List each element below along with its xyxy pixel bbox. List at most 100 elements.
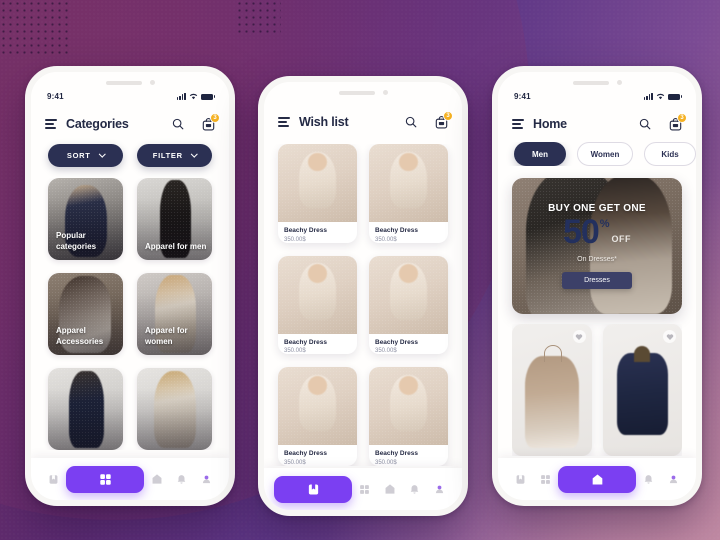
product-info: Beachy Dress 350.00$ Move to bag bbox=[278, 222, 357, 243]
nav-categories[interactable] bbox=[533, 467, 558, 492]
product-info: Beachy Dress 350.00$ Move to bag bbox=[369, 222, 448, 243]
heart-icon bbox=[575, 333, 583, 340]
hamburger-menu-icon[interactable] bbox=[45, 118, 57, 130]
nav-categories[interactable] bbox=[352, 477, 377, 502]
category-image bbox=[137, 368, 212, 450]
product-name: Beachy Dress bbox=[375, 450, 418, 458]
front-camera bbox=[616, 80, 622, 85]
hamburger-menu-icon[interactable] bbox=[512, 118, 524, 130]
category-label: Apparel Accessories bbox=[56, 325, 104, 346]
category-card[interactable]: Popular categories bbox=[48, 178, 123, 260]
profile-icon bbox=[202, 475, 211, 483]
app-header-home: Home 3 bbox=[498, 109, 696, 139]
screen-home: 9:41 Home 3 Men Women Kids BUY ONE GET O… bbox=[498, 72, 696, 500]
bookmark-icon bbox=[516, 474, 525, 484]
hamburger-menu-icon[interactable] bbox=[278, 116, 290, 128]
front-camera bbox=[382, 90, 388, 95]
product-image bbox=[369, 367, 448, 446]
phone-power-button[interactable] bbox=[696, 184, 699, 232]
phone-mockup-categories: 9:41 Categories 3 SORT FILTER Popular ca… bbox=[25, 66, 235, 506]
product-card[interactable]: Beachy Dress 350.00$ Move to bag bbox=[278, 367, 357, 466]
nav-notifications[interactable] bbox=[169, 467, 194, 492]
phone-mockup-home: 9:41 Home 3 Men Women Kids BUY ONE GET O… bbox=[492, 66, 702, 506]
earpiece-speaker bbox=[572, 80, 609, 85]
product-price: 350.00$ bbox=[375, 348, 397, 355]
phone-power-button[interactable] bbox=[229, 184, 232, 232]
phone-notch bbox=[498, 80, 696, 85]
category-card[interactable]: Apparel for men bbox=[137, 178, 212, 260]
app-header-wishlist: Wish list 3 bbox=[264, 107, 462, 137]
category-card[interactable]: Apparel Accessories bbox=[48, 273, 123, 355]
tab-kids[interactable]: Kids bbox=[644, 142, 696, 166]
bookmark-icon bbox=[308, 483, 318, 495]
product-card[interactable]: Beachy Dress 350.00$ Move to bag bbox=[278, 144, 357, 243]
nav-profile[interactable] bbox=[661, 467, 686, 492]
bookmark-icon bbox=[49, 474, 58, 484]
product-image bbox=[602, 324, 682, 456]
phone-power-button[interactable] bbox=[462, 194, 465, 242]
nav-home[interactable] bbox=[377, 477, 402, 502]
profile-icon bbox=[669, 475, 678, 483]
tab-women[interactable]: Women bbox=[577, 142, 633, 166]
home-product-grid bbox=[512, 324, 682, 456]
product-image bbox=[369, 255, 448, 334]
nav-notifications[interactable] bbox=[636, 467, 661, 492]
home-icon bbox=[592, 473, 602, 485]
favorite-button[interactable] bbox=[663, 330, 676, 343]
product-info: Beachy Dress 350.00$ Move to bag bbox=[278, 445, 357, 466]
search-icon[interactable] bbox=[405, 116, 417, 128]
grid-icon bbox=[360, 484, 369, 494]
search-icon[interactable] bbox=[172, 118, 184, 130]
nav-bookmark[interactable] bbox=[274, 475, 352, 503]
product-card[interactable]: Beachy Dress 350.00$ Move to bag bbox=[369, 367, 448, 466]
earpiece-speaker bbox=[105, 80, 142, 85]
status-icon-group bbox=[643, 92, 683, 100]
tab-men[interactable]: Men bbox=[514, 142, 566, 166]
status-time: 9:41 bbox=[514, 91, 531, 101]
product-image bbox=[278, 144, 357, 222]
product-card[interactable] bbox=[512, 324, 592, 456]
shopping-bag-icon[interactable]: 3 bbox=[435, 110, 453, 129]
nav-profile[interactable] bbox=[427, 477, 452, 502]
category-card[interactable] bbox=[137, 368, 212, 450]
product-card[interactable]: Beachy Dress 350.00$ Move to bag bbox=[278, 255, 357, 355]
favorite-button[interactable] bbox=[572, 330, 586, 343]
shopping-bag-icon[interactable]: 3 bbox=[202, 112, 220, 131]
chevron-down-icon bbox=[98, 150, 105, 158]
page-title: Wish list bbox=[299, 115, 349, 129]
nav-bookmark[interactable] bbox=[41, 467, 66, 492]
shopping-bag-icon[interactable]: 3 bbox=[669, 112, 687, 131]
promo-subtitle: On Dresses* bbox=[577, 256, 617, 263]
screen-categories: 9:41 Categories 3 SORT FILTER Popular ca… bbox=[31, 72, 229, 500]
nav-notifications[interactable] bbox=[402, 477, 427, 502]
phone-notch bbox=[264, 90, 462, 95]
sort-button[interactable]: SORT bbox=[48, 144, 123, 167]
phone-notch bbox=[31, 80, 229, 85]
cellular-signal-icon bbox=[643, 92, 653, 100]
bell-icon bbox=[177, 474, 186, 484]
cellular-signal-icon bbox=[176, 92, 186, 100]
product-price: 350.00$ bbox=[375, 459, 397, 466]
product-card[interactable]: Beachy Dress 350.00$ Move to bag bbox=[369, 144, 448, 243]
nav-categories[interactable] bbox=[66, 465, 144, 493]
category-label: Apparel for men bbox=[145, 241, 207, 251]
category-card[interactable]: Apparel for women bbox=[137, 273, 212, 355]
product-card[interactable]: Beachy Dress 350.00$ Move to bag bbox=[369, 255, 448, 355]
search-icon[interactable] bbox=[639, 118, 651, 130]
promo-cta-button[interactable]: Dresses bbox=[562, 272, 632, 289]
product-card[interactable] bbox=[602, 324, 682, 456]
status-icon-group bbox=[176, 92, 216, 100]
cart-badge-count: 3 bbox=[210, 112, 220, 123]
nav-bookmark[interactable] bbox=[508, 467, 533, 492]
category-card[interactable] bbox=[48, 368, 123, 450]
nav-home[interactable] bbox=[144, 467, 169, 492]
category-image bbox=[48, 368, 123, 450]
promo-banner[interactable]: BUY ONE GET ONE 50 % OFF On Dresses* Dre… bbox=[512, 178, 682, 314]
promo-discount-group: 50 % OFF bbox=[563, 215, 631, 249]
grid-icon bbox=[99, 473, 111, 485]
filter-button[interactable]: FILTER bbox=[137, 144, 212, 167]
nav-profile[interactable] bbox=[194, 467, 219, 492]
status-bar: 9:41 bbox=[31, 89, 229, 103]
promo-content: BUY ONE GET ONE 50 % OFF On Dresses* Dre… bbox=[512, 178, 682, 314]
nav-home[interactable] bbox=[558, 465, 636, 493]
